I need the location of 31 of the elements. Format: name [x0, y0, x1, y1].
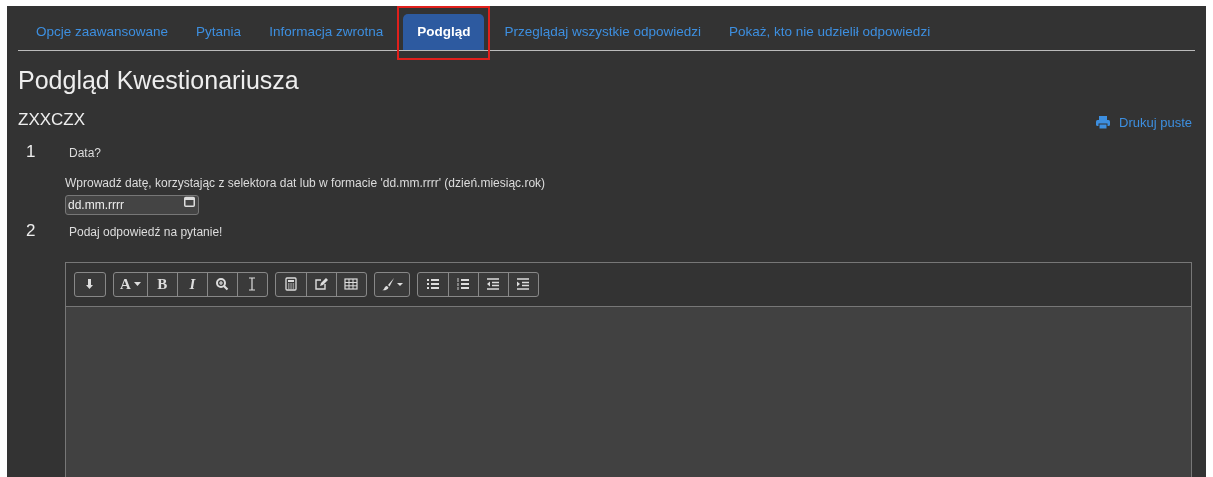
- printer-icon: [1096, 116, 1110, 130]
- table-icon: [344, 277, 359, 291]
- edit-icon: [314, 277, 329, 291]
- zoom-icon: [215, 277, 230, 291]
- tab[interactable]: Przeglądaj wszystkie odpowiedzi: [490, 14, 715, 50]
- print-link[interactable]: Drukuj puste: [1096, 113, 1192, 133]
- question-number: 2: [26, 220, 37, 242]
- date-field[interactable]: dd.mm.rrrr: [65, 195, 199, 215]
- indent-icon: [516, 277, 531, 291]
- toolbar-button[interactable]: B: [146, 272, 177, 296]
- survey-name: ZXXCZX: [18, 109, 86, 131]
- page-title: Podgląd Kwestionariusza: [18, 65, 300, 95]
- calendar-icon[interactable]: [184, 196, 195, 207]
- tab[interactable]: Pytania: [182, 14, 256, 50]
- rich-text-editor[interactable]: A B I: [65, 261, 1192, 477]
- tab[interactable]: Informacja zwrotna: [255, 14, 398, 50]
- toolbar-button[interactable]: A: [114, 272, 147, 296]
- toolbar-button[interactable]: I: [176, 272, 207, 296]
- outdent-icon: [486, 277, 501, 291]
- question-text: Data?: [69, 144, 102, 162]
- question-text: Podaj odpowiedź na pytanie!: [69, 224, 223, 241]
- calculator-icon: [283, 277, 298, 291]
- question-number: 1: [26, 140, 37, 163]
- brush-icon: [380, 277, 403, 291]
- caret-icon: [133, 282, 141, 286]
- tab[interactable]: Pokaż, kto nie udzielił odpowiedzi: [715, 14, 945, 50]
- bulleted-list-icon: [425, 277, 440, 291]
- tab[interactable]: Podgląd: [403, 14, 485, 50]
- field-hint: Wprowadź datę, korzystając z selektora dat lub w formacie 'dd.mm.rrrr' (dzień.miesiąc.rok): [65, 175, 547, 192]
- tab[interactable]: Opcje zaawansowane: [22, 14, 183, 50]
- numbered-list-icon: [456, 277, 471, 291]
